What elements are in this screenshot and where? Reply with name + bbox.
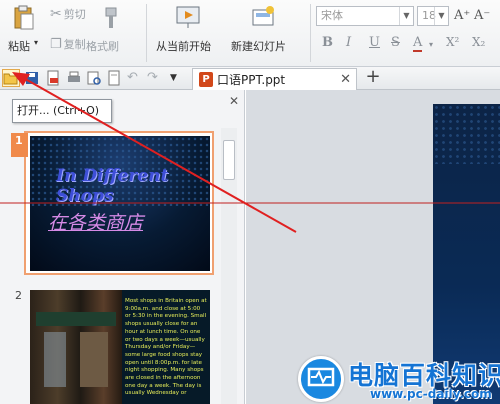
- folder-open-icon: [3, 73, 18, 85]
- scissors-icon: ✂: [50, 6, 62, 22]
- clipboard-icon: [14, 5, 34, 30]
- copy-button[interactable]: ❐ 复制: [50, 36, 86, 52]
- redo-icon[interactable]: ↷: [147, 70, 163, 86]
- format-painter-button[interactable]: [100, 6, 122, 30]
- new-slide-button[interactable]: [250, 4, 276, 30]
- paintbrush-icon: [105, 7, 117, 28]
- watermark-url: www.pc-daily.com: [370, 387, 492, 401]
- floppy-disk-icon: [26, 72, 38, 84]
- slide-number-2: 2: [15, 289, 22, 302]
- close-panel-icon[interactable]: ✕: [229, 94, 239, 108]
- slideshow-play-icon: [176, 6, 200, 28]
- printer-icon: [68, 71, 80, 82]
- print-preview-icon: [87, 71, 101, 85]
- font-decrease-button[interactable]: A⁻: [474, 8, 490, 23]
- slide-number-1: 1: [15, 134, 23, 147]
- font-name-value: 宋体: [321, 9, 343, 22]
- site-watermark: 电脑百科知识 www.pc-daily.com: [298, 354, 500, 404]
- document-tab-label: 口语PPT.ppt: [217, 73, 286, 87]
- chevron-down-icon: ▼: [434, 7, 448, 25]
- italic-button[interactable]: I: [346, 35, 351, 50]
- document-search-icon: [108, 70, 120, 86]
- open-file-button[interactable]: [2, 69, 20, 87]
- chevron-down-icon: ▼: [399, 7, 413, 25]
- export-pdf-button[interactable]: [45, 70, 61, 86]
- copy-label: 复制: [63, 38, 86, 51]
- strikethrough-button[interactable]: S: [391, 35, 400, 50]
- paste-dropdown-icon[interactable]: ▾: [34, 38, 38, 47]
- quick-access-dropdown-icon[interactable]: ▼: [170, 73, 186, 89]
- monitor-logo-icon: [298, 356, 344, 402]
- font-color-dropdown-icon[interactable]: ▾: [429, 40, 433, 49]
- cut-label: 剪切: [63, 8, 86, 21]
- slide-1-subtitle: 在各类商店: [48, 212, 144, 234]
- ribbon-toolbar: 粘贴 ▾ ✂ 剪切 ❐ 复制 格式刷 从当前开始 新建幻灯片 宋体 ▼ 18 ▼…: [0, 0, 500, 67]
- print-preview-button[interactable]: [86, 70, 102, 86]
- paste-button[interactable]: [6, 4, 42, 32]
- document-tab[interactable]: P 口语PPT.ppt ✕: [192, 68, 357, 90]
- slide-2-preview[interactable]: Most shops in Britain open at 9:00a.m. a…: [30, 290, 210, 404]
- from-current-button[interactable]: [175, 4, 201, 30]
- font-name-select[interactable]: 宋体 ▼: [316, 6, 414, 26]
- close-tab-icon[interactable]: ✕: [340, 72, 351, 87]
- font-size-select[interactable]: 18 ▼: [417, 6, 449, 26]
- new-tab-button[interactable]: +: [364, 68, 382, 87]
- copy-icon: ❐: [50, 36, 62, 52]
- undo-icon[interactable]: ↶: [127, 70, 143, 86]
- new-slide-label[interactable]: 新建幻灯片: [231, 38, 286, 54]
- ppt-file-icon: P: [199, 72, 213, 87]
- wps-presentation-window: 粘贴 ▾ ✂ 剪切 ❐ 复制 格式刷 从当前开始 新建幻灯片 宋体 ▼ 18 ▼…: [0, 0, 500, 404]
- font-color-button[interactable]: A: [413, 35, 423, 52]
- font-increase-button[interactable]: A⁺: [454, 8, 470, 23]
- scrollbar-thumb[interactable]: [223, 140, 235, 180]
- page-preview-button[interactable]: [106, 70, 122, 86]
- open-tooltip: 打开... (Ctrl+O): [12, 99, 112, 123]
- cut-button[interactable]: ✂ 剪切: [50, 6, 86, 22]
- slide-1-preview[interactable]: In Different Shops 在各类商店: [30, 136, 210, 271]
- shop-photo: [30, 290, 122, 404]
- slide-2-text: Most shops in Britain open at 9:00a.m. a…: [125, 298, 207, 397]
- format-painter-label[interactable]: 格式刷: [86, 38, 119, 54]
- save-button[interactable]: [24, 70, 40, 86]
- superscript-button[interactable]: X²: [446, 35, 459, 49]
- slide-1-title: In Different Shops: [56, 166, 169, 206]
- bold-button[interactable]: B: [322, 35, 333, 50]
- from-current-label[interactable]: 从当前开始: [156, 38, 211, 54]
- paste-label[interactable]: 粘贴: [8, 38, 30, 54]
- print-button[interactable]: [66, 70, 82, 86]
- pdf-icon: [47, 70, 59, 86]
- underline-button[interactable]: U: [369, 35, 380, 50]
- new-slide-icon: [252, 6, 274, 26]
- subscript-button[interactable]: X₂: [472, 35, 485, 49]
- document-tab-bar: ↶ ↷ ▼ P 口语PPT.ppt ✕ +: [0, 67, 500, 90]
